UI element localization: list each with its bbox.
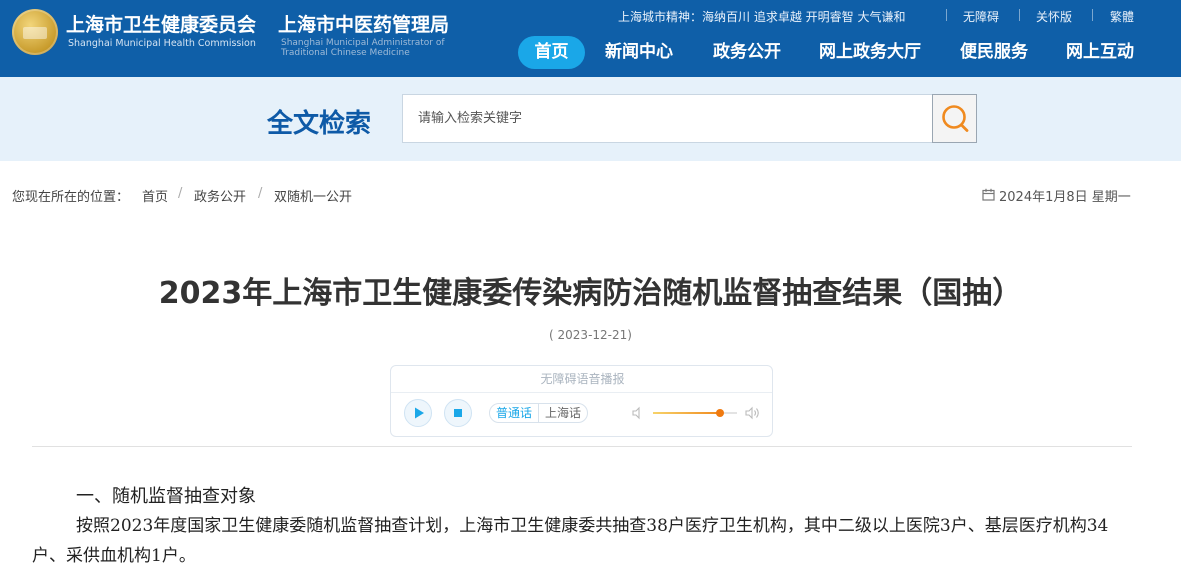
nav-online-interaction[interactable]: 网上互动 <box>1059 36 1141 69</box>
play-button[interactable] <box>404 399 432 427</box>
nav-public-services[interactable]: 便民服务 <box>953 36 1035 69</box>
player-label: 无障碍语音播报 <box>540 372 625 386</box>
article-paragraph: 按照2023年度国家卫生健康委随机监督抽查计划，上海市卫生健康委共抽查38户医疗… <box>32 511 1142 571</box>
article-title: 2023年上海市卫生健康委传染病防治随机监督抽查结果（国抽） <box>158 276 1023 311</box>
content-divider <box>32 446 1132 447</box>
org-name-health-commission-en: Shanghai Municipal Health Commission <box>68 38 256 49</box>
section-heading: 一、随机监督抽查对象 <box>76 486 256 507</box>
volume-fill <box>653 412 721 414</box>
site-logo[interactable] <box>12 9 58 55</box>
top-link-divider <box>1019 9 1020 21</box>
breadcrumb-separator: / <box>258 186 263 201</box>
lang-mandarin-button[interactable]: 普通话 <box>489 403 539 423</box>
publish-date: ( 2023-12-21) <box>549 328 632 342</box>
care-version-link[interactable]: 关怀版 <box>1036 8 1072 25</box>
breadcrumb-item-home[interactable]: 首页 <box>142 186 168 205</box>
search-input[interactable] <box>402 94 932 143</box>
search-button[interactable] <box>932 94 977 143</box>
city-spirit-text: 上海城市精神：海纳百川 追求卓越 开明睿智 大气谦和 <box>618 10 906 24</box>
nav-online-services-hall[interactable]: 网上政务大厅 <box>812 36 928 69</box>
volume-low-icon <box>632 406 640 420</box>
top-link-divider <box>946 9 947 21</box>
traditional-chinese-link[interactable]: 繁體 <box>1110 8 1134 25</box>
lang-shanghainese-button[interactable]: 上海话 <box>538 403 588 423</box>
org-name-tcm-bureau[interactable]: 上海市中医药管理局 <box>278 10 449 37</box>
org-name-tcm-bureau-en: Shanghai Municipal Administrator of Trad… <box>281 38 445 58</box>
article-paragraph-text: 按照2023年度国家卫生健康委随机监督抽查计划，上海市卫生健康委共抽查38户医疗… <box>32 516 1109 566</box>
site-header: 上海市卫生健康委员会 Shanghai Municipal Health Com… <box>0 0 1181 77</box>
nav-home[interactable]: 首页 <box>518 36 585 69</box>
voice-broadcast-player: 无障碍语音播报 普通话 上海话 <box>390 365 773 437</box>
stop-icon <box>454 409 462 417</box>
volume-slider[interactable] <box>653 406 737 420</box>
nav-government-affairs[interactable]: 政务公开 <box>705 36 789 69</box>
volume-high-icon <box>745 406 759 420</box>
calendar-icon <box>982 188 995 201</box>
breadcrumb-prefix: 您现在所在的位置： <box>12 190 130 205</box>
volume-knob[interactable] <box>716 409 725 417</box>
search-icon <box>942 105 969 132</box>
search-title: 全文检索 <box>267 109 372 139</box>
org-name-health-commission[interactable]: 上海市卫生健康委员会 <box>66 10 256 37</box>
breadcrumb-item-government-affairs[interactable]: 政务公开 <box>194 186 246 205</box>
current-date: 2024年1月8日 星期一 <box>999 190 1131 205</box>
player-divider <box>391 392 772 393</box>
top-link-divider <box>1092 9 1093 21</box>
accessibility-link[interactable]: 无障碍 <box>963 8 999 25</box>
play-icon <box>415 407 424 419</box>
nav-news-center[interactable]: 新闻中心 <box>598 36 680 69</box>
breadcrumb-item-double-random[interactable]: 双随机一公开 <box>274 186 352 205</box>
stop-button[interactable] <box>444 399 472 427</box>
breadcrumb-separator: / <box>178 186 183 201</box>
